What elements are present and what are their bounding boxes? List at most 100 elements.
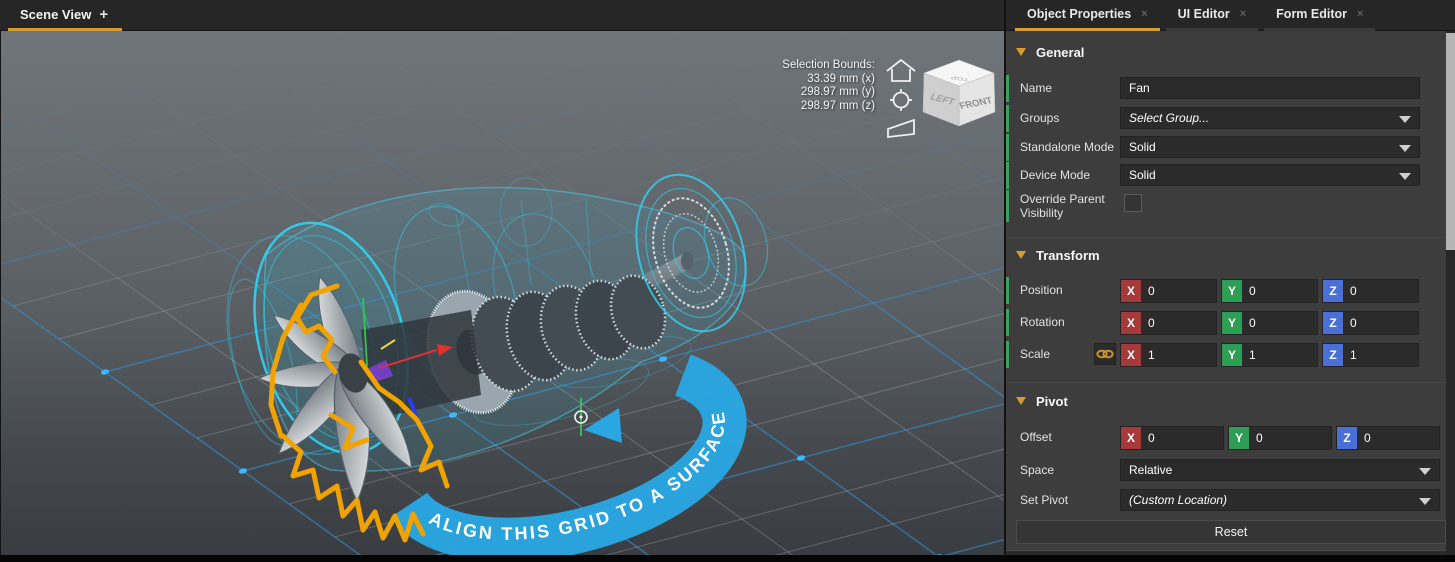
collapse-triangle-icon[interactable] [1016, 397, 1026, 405]
name-input[interactable] [1120, 77, 1420, 99]
section-title: Transform [1036, 247, 1100, 263]
object-properties-panel: General Name Groups Select Group... Stan… [1006, 0, 1455, 562]
row-groups: Groups Select Group... [1006, 105, 1446, 132]
value: 0 [1256, 431, 1263, 445]
value: 1 [1148, 348, 1155, 362]
field-label: Name [1020, 81, 1053, 95]
collapse-triangle-icon[interactable] [1016, 251, 1026, 259]
axis-y-badge: Y [1229, 427, 1249, 449]
reset-button[interactable]: Reset [1016, 520, 1446, 544]
row-override-parent-visibility: Override Parent Visibility [1006, 190, 1446, 222]
offset-x-field[interactable]: X 0 [1120, 426, 1224, 450]
offset-y-field[interactable]: Y 0 [1228, 426, 1332, 450]
field-label: Standalone Mode [1020, 140, 1115, 154]
position-z-field[interactable]: Z 0 [1322, 279, 1419, 303]
binding-accent-bar [1006, 190, 1009, 222]
value: 0 [1148, 284, 1155, 298]
binding-accent-bar [1006, 75, 1009, 102]
selection-bounds-y: 298.97 mm (y) [800, 86, 875, 98]
scale-z-field[interactable]: Z 1 [1322, 343, 1419, 367]
studio-app: Scene View + Object Properties × UI Edit… [0, 0, 1455, 562]
rotation-z-field[interactable]: Z 0 [1322, 311, 1419, 335]
chevron-down-icon [1399, 116, 1411, 123]
chevron-down-icon [1419, 498, 1431, 505]
field-label: Override Parent Visibility [1020, 192, 1105, 220]
tab-scene-view[interactable]: Scene View + [8, 0, 123, 31]
add-view-icon[interactable]: + [99, 7, 108, 22]
row-offset: Offset X 0 Y 0 Z 0 [1006, 426, 1446, 450]
dropdown-value: (Custom Location) [1129, 493, 1228, 507]
value: 1 [1350, 348, 1357, 362]
field-label: Device Mode [1020, 168, 1091, 182]
row-position: Position X 0 Y 0 Z 0 [1006, 277, 1446, 304]
standalone-mode-dropdown[interactable]: Solid [1120, 136, 1420, 158]
section-title: General [1036, 44, 1085, 60]
selection-bounds-x: 33.39 mm (x) [807, 72, 875, 85]
axis-x-badge: X [1121, 312, 1141, 334]
dropdown-value: Select Group... [1129, 111, 1210, 125]
section-general[interactable]: General [1016, 44, 1084, 60]
field-label: Space [1020, 463, 1055, 477]
set-pivot-dropdown[interactable]: (Custom Location) [1120, 489, 1440, 511]
row-set-pivot: Set Pivot (Custom Location) [1006, 489, 1446, 513]
row-space: Space Relative [1006, 459, 1446, 483]
override-parent-visibility-checkbox[interactable] [1124, 194, 1142, 212]
chevron-down-icon [1419, 468, 1431, 475]
space-dropdown[interactable]: Relative [1120, 459, 1440, 481]
value: 0 [1364, 431, 1371, 445]
binding-accent-bar [1006, 105, 1009, 132]
axis-x-badge: X [1121, 344, 1141, 366]
view-cube[interactable]: TOP LEFT FRONT [922, 59, 996, 127]
scale-x-field[interactable]: X 1 [1120, 343, 1217, 367]
offset-z-field[interactable]: Z 0 [1336, 426, 1440, 450]
scale-y-field[interactable]: Y 1 [1221, 343, 1318, 367]
field-label: Position [1020, 283, 1063, 297]
scene-viewport[interactable]: ALIGN THIS GRID TO A SURFACE TOP LEFT FR… [0, 31, 1005, 555]
position-y-field[interactable]: Y 0 [1221, 279, 1318, 303]
axis-x-badge: X [1121, 280, 1141, 302]
selection-bounds-readout: Selection Bounds: 33.39 mm (x) 298.97 mm… [782, 59, 875, 113]
row-rotation: Rotation X 0 Y 0 Z 0 [1006, 309, 1446, 336]
value: 0 [1249, 284, 1256, 298]
value: 0 [1148, 316, 1155, 330]
binding-accent-bar [1006, 309, 1009, 336]
device-mode-dropdown[interactable]: Solid [1120, 164, 1420, 186]
dropdown-value: Solid [1129, 168, 1156, 182]
axis-z-badge: Z [1337, 427, 1357, 449]
field-label: Rotation [1020, 315, 1065, 329]
field-label: Scale [1020, 347, 1051, 361]
field-label: Offset [1020, 430, 1052, 444]
rotation-y-field[interactable]: Y 0 [1221, 311, 1318, 335]
rotation-x-field[interactable]: X 0 [1120, 311, 1217, 335]
row-name: Name [1006, 75, 1446, 102]
field-label: Groups [1020, 111, 1060, 125]
section-transform[interactable]: Transform [1016, 247, 1100, 263]
section-divider [1006, 382, 1446, 383]
section-title: Pivot [1036, 393, 1068, 409]
binding-accent-bar [1006, 341, 1009, 368]
axis-z-badge: Z [1323, 344, 1343, 366]
axis-z-badge: Z [1323, 312, 1343, 334]
axis-z-badge: Z [1323, 280, 1343, 302]
axis-x-badge: X [1121, 427, 1141, 449]
section-pivot[interactable]: Pivot [1016, 393, 1068, 409]
row-reset: Reset [1006, 520, 1446, 544]
panel-scrollbar-thumb[interactable] [1446, 33, 1455, 250]
field-label: Set Pivot [1020, 493, 1069, 507]
bottom-edge [0, 555, 1455, 562]
axis-y-badge: Y [1222, 312, 1242, 334]
collapse-triangle-icon[interactable] [1016, 48, 1026, 56]
banner-arrow-icon [584, 408, 622, 443]
groups-dropdown[interactable]: Select Group... [1120, 107, 1420, 129]
row-device-mode: Device Mode Solid [1006, 162, 1446, 189]
value: 0 [1350, 284, 1357, 298]
scale-link-icon[interactable] [1094, 343, 1116, 365]
dropdown-value: Solid [1129, 140, 1156, 154]
axis-y-badge: Y [1222, 344, 1242, 366]
scene-tab-label: Scene View [20, 6, 92, 22]
value: 0 [1148, 431, 1155, 445]
row-scale: Scale X 1 Y 1 Z 1 [1006, 341, 1446, 368]
chevron-down-icon [1399, 173, 1411, 180]
position-x-field[interactable]: X 0 [1120, 279, 1217, 303]
selection-bounds-title: Selection Bounds: [782, 59, 875, 71]
